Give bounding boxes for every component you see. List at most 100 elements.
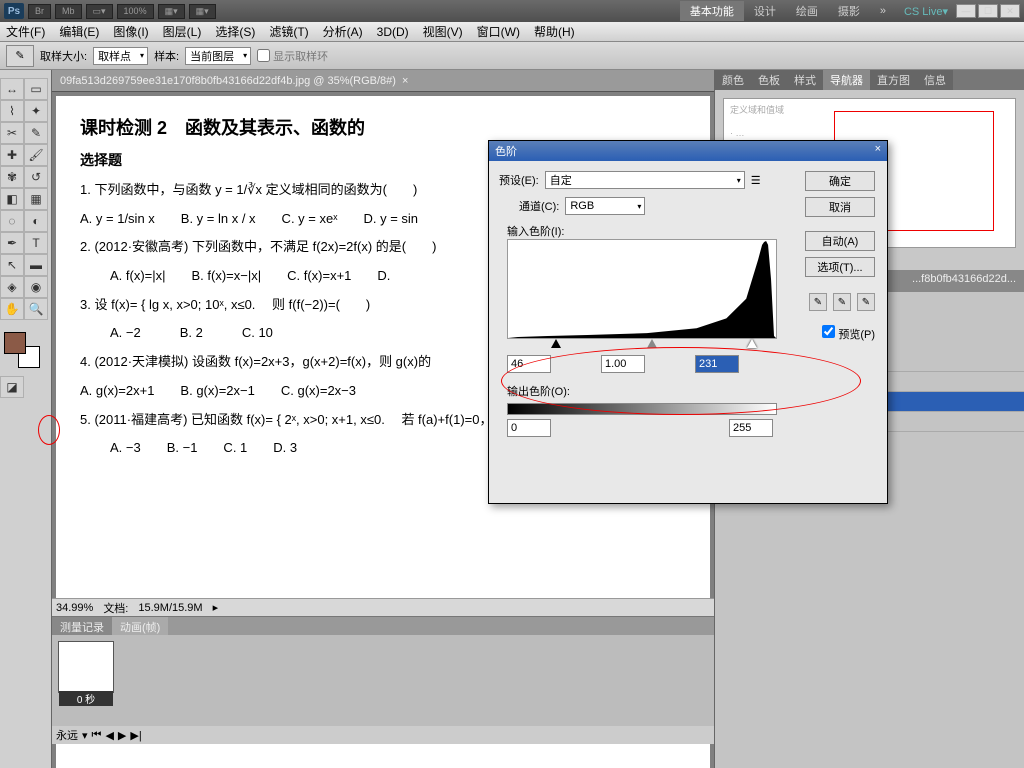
dialog-close-icon[interactable]: × bbox=[875, 143, 881, 159]
extras-btn[interactable]: ▦▾ bbox=[189, 4, 216, 19]
tab-swatch[interactable]: 色板 bbox=[751, 70, 787, 90]
frame-thumb[interactable] bbox=[58, 641, 114, 693]
input-white-field[interactable] bbox=[695, 355, 739, 373]
menu-help[interactable]: 帮助(H) bbox=[534, 23, 575, 40]
blur-tool[interactable]: ◌ bbox=[0, 210, 24, 232]
tab-style[interactable]: 样式 bbox=[787, 70, 823, 90]
workspace-painting[interactable]: 绘画 bbox=[786, 1, 828, 21]
document-tab[interactable]: 09fa513d269759ee31e170f8b0fb43166d22df4b… bbox=[52, 70, 714, 92]
gradient-tool[interactable]: ▦ bbox=[24, 188, 48, 210]
max-btn[interactable]: ☐ bbox=[978, 4, 998, 18]
arrange-btn[interactable]: ▦▾ bbox=[158, 4, 185, 19]
close-btn[interactable]: ✕ bbox=[1000, 4, 1020, 18]
quickmask-tool[interactable]: ◪ bbox=[0, 376, 24, 398]
workspace-essentials[interactable]: 基本功能 bbox=[680, 1, 744, 21]
color-swatch[interactable] bbox=[4, 332, 40, 368]
tab-navigator[interactable]: 导航器 bbox=[823, 70, 870, 90]
next-btn[interactable]: ▶| bbox=[130, 729, 141, 742]
path-tool[interactable]: ↖ bbox=[0, 254, 24, 276]
play-btn[interactable]: ▶ bbox=[118, 729, 126, 742]
tab-histogram[interactable]: 直方图 bbox=[870, 70, 917, 90]
input-gamma-field[interactable] bbox=[601, 355, 645, 373]
preset-menu-icon[interactable]: ☰ bbox=[751, 174, 761, 187]
doc-close-icon[interactable]: × bbox=[402, 75, 408, 87]
ok-button[interactable]: 确定 bbox=[805, 171, 875, 191]
eyedropper-tool[interactable]: ✎ bbox=[24, 122, 48, 144]
page-title: 课时检测 2 函数及其表示、函数的 bbox=[80, 114, 686, 140]
loop-forever[interactable]: 永远 bbox=[56, 727, 78, 743]
menu-image[interactable]: 图像(I) bbox=[113, 23, 148, 40]
menu-layer[interactable]: 图层(L) bbox=[163, 23, 202, 40]
prev-btn[interactable]: ◀ bbox=[105, 729, 113, 742]
sample-label: 样本: bbox=[154, 48, 179, 64]
type-tool[interactable]: T bbox=[24, 232, 48, 254]
menu-3d[interactable]: 3D(D) bbox=[377, 25, 409, 39]
output-gradient[interactable] bbox=[507, 403, 777, 415]
auto-button[interactable]: 自动(A) bbox=[805, 231, 875, 251]
cancel-button[interactable]: 取消 bbox=[805, 197, 875, 217]
white-eyedropper[interactable]: ✎ bbox=[857, 293, 875, 311]
workspace-photo[interactable]: 摄影 bbox=[828, 1, 870, 21]
rewind-btn[interactable]: ⏮ bbox=[92, 729, 102, 742]
eraser-tool[interactable]: ◧ bbox=[0, 188, 24, 210]
output-white-field[interactable] bbox=[729, 419, 773, 437]
sample-layer-dropdown[interactable]: 当前图层 bbox=[185, 47, 251, 65]
menu-select[interactable]: 选择(S) bbox=[215, 23, 255, 40]
doc-size-label: 文档: bbox=[103, 600, 128, 616]
black-slider[interactable] bbox=[551, 339, 561, 348]
zoom-tool[interactable]: 🔍 bbox=[24, 298, 48, 320]
levels-dialog: 色阶× 预设(E):自定☰ 确定 取消 自动(A) 选项(T)... ✎ ✎ ✎… bbox=[488, 140, 888, 504]
tab-animation[interactable]: 动画(帧) bbox=[112, 617, 168, 635]
gray-eyedropper[interactable]: ✎ bbox=[833, 293, 851, 311]
doc-size-value: 15.9M/15.9M bbox=[138, 602, 202, 614]
crop-tool[interactable]: ✂ bbox=[0, 122, 24, 144]
current-tool-icon[interactable]: ✎ bbox=[6, 45, 34, 67]
preview-checkbox[interactable]: 预览(P) bbox=[822, 325, 875, 342]
minibridge-btn[interactable]: Mb bbox=[55, 4, 82, 19]
menu-edit[interactable]: 编辑(E) bbox=[59, 23, 99, 40]
bridge-btn[interactable]: Br bbox=[28, 4, 51, 19]
input-black-field[interactable] bbox=[507, 355, 551, 373]
preset-dropdown[interactable]: 自定 bbox=[545, 171, 745, 189]
move-tool[interactable]: ↔ bbox=[0, 78, 24, 100]
history-brush-tool[interactable]: ↺ bbox=[24, 166, 48, 188]
3d-tool[interactable]: ◈ bbox=[0, 276, 24, 298]
workspace-design[interactable]: 设计 bbox=[744, 1, 786, 21]
hand-tool[interactable]: ✋ bbox=[0, 298, 24, 320]
screen-mode-btn[interactable]: ▭▾ bbox=[86, 4, 113, 19]
menu-filter[interactable]: 滤镜(T) bbox=[269, 23, 308, 40]
tab-info[interactable]: 信息 bbox=[917, 70, 953, 90]
cslive-btn[interactable]: CS Live▾ bbox=[904, 5, 948, 18]
shape-tool[interactable]: ▬ bbox=[24, 254, 48, 276]
zoom-readout[interactable]: 34.99% bbox=[56, 602, 93, 614]
pen-tool[interactable]: ✒ bbox=[0, 232, 24, 254]
marquee-tool[interactable]: ▭ bbox=[24, 78, 48, 100]
heal-tool[interactable]: ✚ bbox=[0, 144, 24, 166]
dodge-tool[interactable]: ◐ bbox=[24, 210, 48, 232]
tab-color[interactable]: 颜色 bbox=[715, 70, 751, 90]
white-slider[interactable] bbox=[747, 339, 757, 348]
tab-measure[interactable]: 测量记录 bbox=[52, 617, 112, 635]
gamma-slider[interactable] bbox=[647, 339, 657, 348]
output-black-field[interactable] bbox=[507, 419, 551, 437]
3d-cam-tool[interactable]: ◉ bbox=[24, 276, 48, 298]
menu-analysis[interactable]: 分析(A) bbox=[323, 23, 363, 40]
wand-tool[interactable]: ✦ bbox=[24, 100, 48, 122]
stamp-tool[interactable]: ✾ bbox=[0, 166, 24, 188]
options-button[interactable]: 选项(T)... bbox=[805, 257, 875, 277]
sample-size-dropdown[interactable]: 取样点 bbox=[93, 47, 148, 65]
menu-view[interactable]: 视图(V) bbox=[423, 23, 463, 40]
workspace-more[interactable]: » bbox=[870, 3, 896, 19]
menu-file[interactable]: 文件(F) bbox=[6, 23, 45, 40]
input-sliders[interactable] bbox=[507, 339, 777, 351]
status-bar: 34.99% 文档: 15.9M/15.9M ▸ bbox=[52, 598, 714, 616]
sample-ring-checkbox[interactable]: 显示取样环 bbox=[257, 48, 328, 64]
min-btn[interactable]: — bbox=[956, 4, 976, 18]
menu-window[interactable]: 窗口(W) bbox=[477, 23, 520, 40]
black-eyedropper[interactable]: ✎ bbox=[809, 293, 827, 311]
lasso-tool[interactable]: ⌇ bbox=[0, 100, 24, 122]
brush-tool[interactable]: 🖌 bbox=[24, 144, 48, 166]
menubar: 文件(F) 编辑(E) 图像(I) 图层(L) 选择(S) 滤镜(T) 分析(A… bbox=[0, 22, 1024, 42]
zoom-display[interactable]: 100% bbox=[117, 4, 154, 19]
channel-dropdown[interactable]: RGB bbox=[565, 197, 645, 215]
